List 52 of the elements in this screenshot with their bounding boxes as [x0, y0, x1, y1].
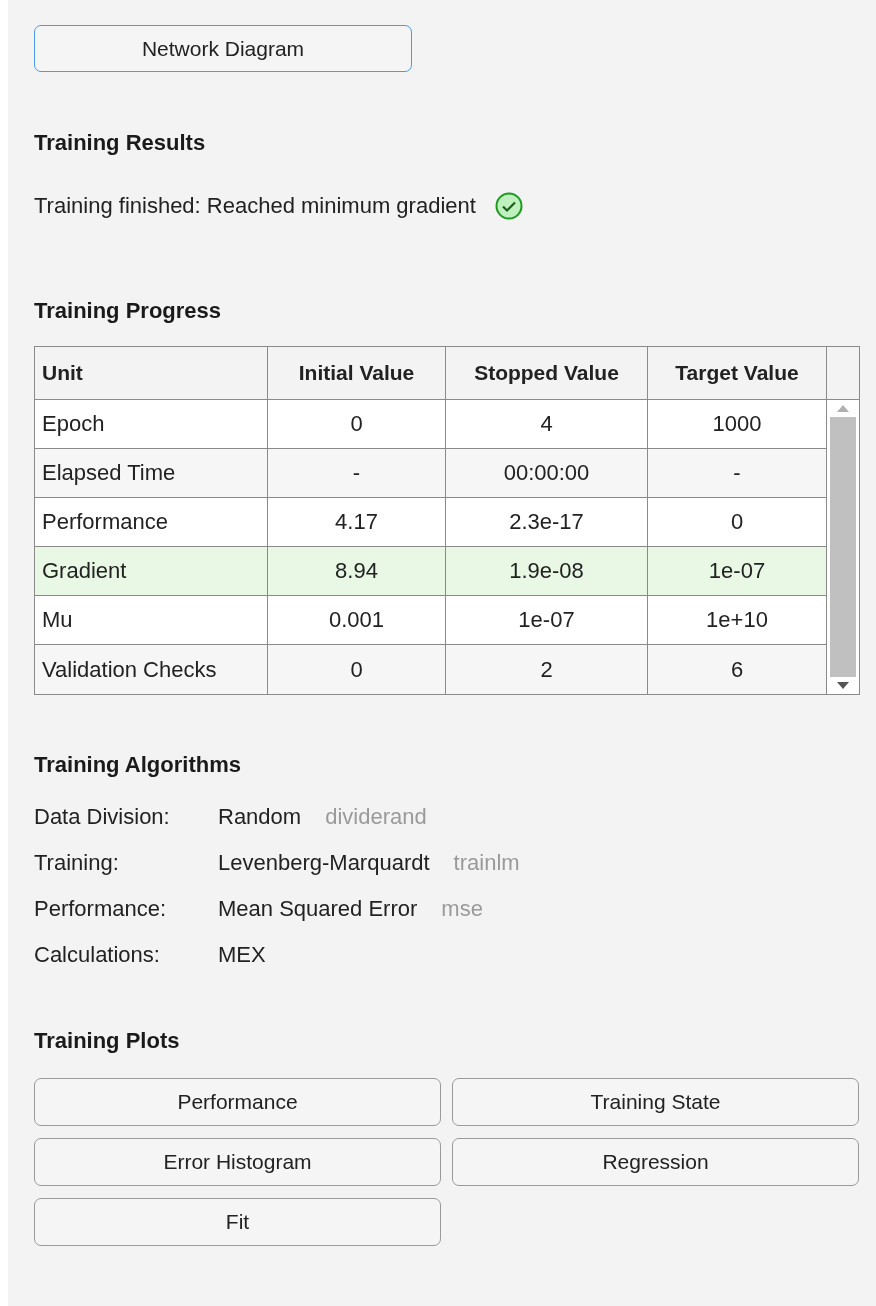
table-cell: 1e-07 — [648, 547, 827, 596]
algorithm-value: Mean Squared Error — [218, 896, 418, 922]
table-cell: - — [648, 449, 827, 498]
table-cell: Mu — [35, 596, 268, 645]
column-header: Initial Value — [268, 347, 446, 400]
algorithm-label: Calculations: — [34, 942, 161, 968]
algorithm-label: Training: — [34, 850, 120, 876]
table-cell: 1000 — [648, 400, 827, 449]
plot-button[interactable]: Error Histogram — [34, 1138, 441, 1186]
scroll-up-icon[interactable] — [836, 404, 850, 413]
table-cell: Gradient — [35, 547, 268, 596]
table-cell: 8.94 — [268, 547, 446, 596]
table-cell: Elapsed Time — [35, 449, 268, 498]
table-cell: 4 — [446, 400, 648, 449]
table-cell: 4.17 — [268, 498, 446, 547]
table-cell: Epoch — [35, 400, 268, 449]
table-cell: 0.001 — [268, 596, 446, 645]
algorithm-value: Levenberg-Marquardt — [218, 850, 430, 876]
table-cell: 1e-07 — [446, 596, 648, 645]
status-message: Training finished: Reached minimum gradient — [34, 193, 476, 219]
table-cell: 0 — [268, 645, 446, 694]
plot-button[interactable]: Fit — [34, 1198, 441, 1246]
plot-button[interactable]: Training State — [452, 1078, 859, 1126]
algorithm-value: MEX — [218, 942, 266, 968]
section-heading: Training Plots — [34, 1028, 181, 1054]
section-heading: Training Algorithms — [34, 752, 242, 778]
table-cell: 6 — [648, 645, 827, 694]
table-cell: 00:00:00 — [446, 449, 648, 498]
column-header: Unit — [35, 347, 268, 400]
table-cell: 0 — [268, 400, 446, 449]
algorithm-label: Data Division: — [34, 804, 171, 830]
section-heading: Training Results — [34, 130, 207, 156]
table-cell: 1e+10 — [648, 596, 827, 645]
scroll-down-icon[interactable] — [836, 681, 850, 690]
table-cell: 2 — [446, 645, 648, 694]
table-cell: - — [268, 449, 446, 498]
table-cell: 2.3e-17 — [446, 498, 648, 547]
column-header: Stopped Value — [446, 347, 648, 400]
table-cell: Performance — [35, 498, 268, 547]
algorithm-value: Random — [218, 804, 302, 830]
section-heading: Training Progress — [34, 298, 223, 324]
table-cell: 0 — [648, 498, 827, 547]
table-cell: 1.9e-08 — [446, 547, 648, 596]
function-name: mse — [441, 896, 483, 922]
network-diagram-button[interactable]: Network Diagram — [34, 25, 412, 72]
column-header: Target Value — [648, 347, 827, 400]
function-name: trainlm — [453, 850, 520, 876]
table-cell: Validation Checks — [35, 645, 268, 694]
function-name: dividerand — [325, 804, 427, 830]
algorithm-label: Performance: — [34, 896, 168, 922]
plot-button[interactable]: Performance — [34, 1078, 441, 1126]
plot-button[interactable]: Regression — [452, 1138, 859, 1186]
